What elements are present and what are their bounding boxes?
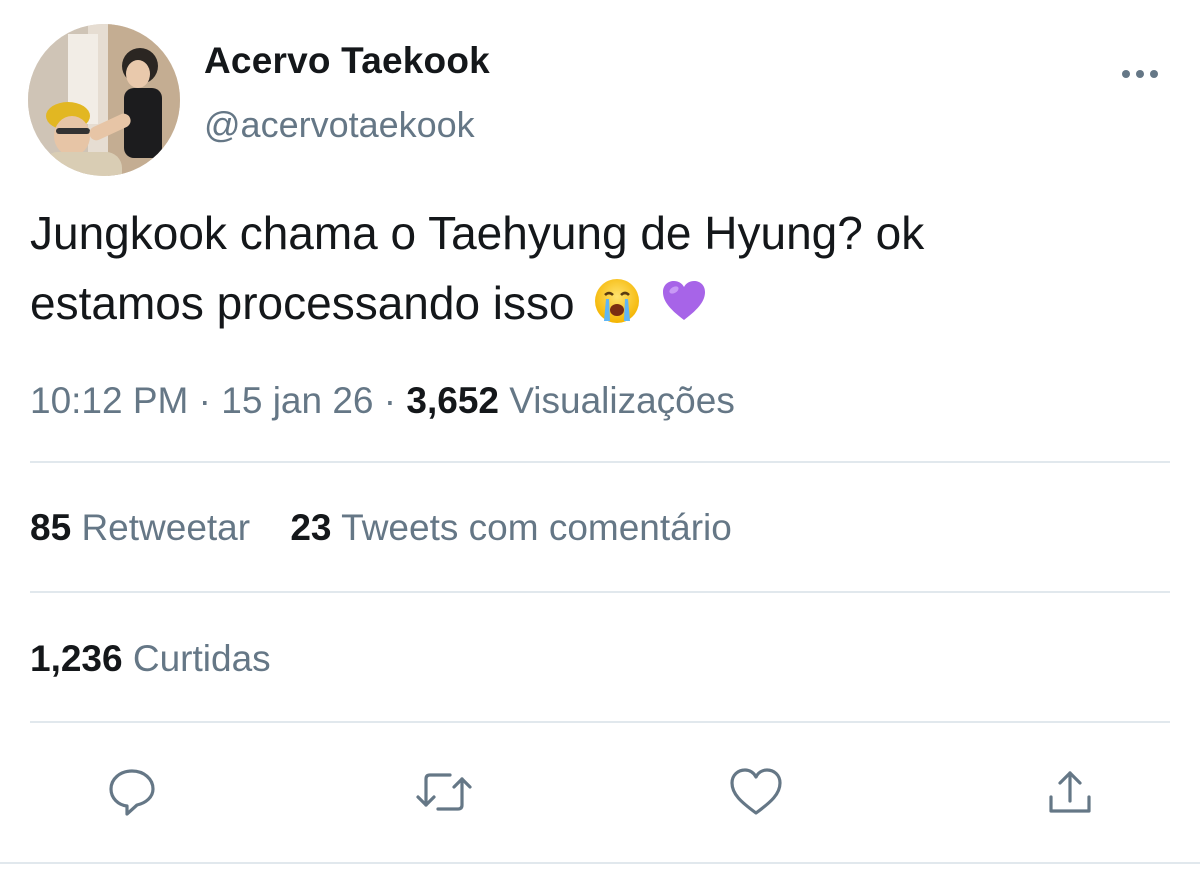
likes-row: 1,236 Curtidas: [30, 638, 301, 680]
retweet-icon: [416, 773, 472, 811]
divider: [30, 461, 1170, 463]
retweet-button[interactable]: [414, 762, 474, 822]
likes-stat[interactable]: 1,236 Curtidas: [30, 638, 271, 680]
avatar[interactable]: [28, 24, 180, 176]
share-button[interactable]: [1040, 762, 1100, 822]
retweets-count: 85: [30, 507, 72, 548]
engagement-row: 85 Retweetar 23 Tweets com comentário: [30, 507, 762, 549]
views-label: Visualizações: [509, 380, 735, 421]
retweets-label: Retweetar: [81, 507, 251, 548]
bottom-divider: [0, 862, 1200, 864]
tweet-meta: 10:12 PM · 15 jan 26 · 3,652 Visualizaçõ…: [30, 380, 735, 422]
reply-icon: [109, 769, 155, 816]
quotes-label: Tweets com comentário: [341, 507, 732, 548]
user-handle[interactable]: @acervotaekook: [204, 104, 475, 146]
likes-count: 1,236: [30, 638, 123, 679]
tweet-detail: Acervo Taekook @acervotaekook Jungkook c…: [0, 0, 1200, 881]
meta-separator-2: ·: [383, 380, 397, 421]
views-count: 3,652: [406, 380, 499, 421]
tweet-text-line-2: estamos processando isso: [30, 268, 1170, 344]
divider: [30, 721, 1170, 723]
tweet-date[interactable]: 15 jan 26: [221, 380, 373, 421]
display-name[interactable]: Acervo Taekook: [204, 40, 490, 82]
purple-heart-icon: [660, 274, 708, 344]
reply-button[interactable]: [102, 762, 162, 822]
divider: [30, 591, 1170, 593]
likes-label: Curtidas: [132, 638, 271, 679]
like-icon: [730, 768, 782, 815]
tweet-time[interactable]: 10:12 PM: [30, 380, 188, 421]
share-icon: [1049, 771, 1091, 813]
like-button[interactable]: [726, 762, 786, 822]
meta-separator: ·: [198, 380, 211, 421]
quotes-stat[interactable]: 23 Tweets com comentário: [290, 507, 732, 549]
retweets-stat[interactable]: 85 Retweetar: [30, 507, 250, 549]
quotes-count: 23: [290, 507, 332, 548]
more-options-icon[interactable]: [1110, 56, 1170, 92]
tweet-text-line-2-content: estamos processando isso: [30, 277, 575, 329]
profile-photo-icon: [28, 24, 180, 176]
tweet-text: Jungkook chama o Taehyung de Hyung? ok e…: [30, 198, 1170, 344]
tweet-text-line-1: Jungkook chama o Taehyung de Hyung? ok: [30, 207, 925, 259]
loudly-crying-face-icon: [593, 274, 641, 344]
